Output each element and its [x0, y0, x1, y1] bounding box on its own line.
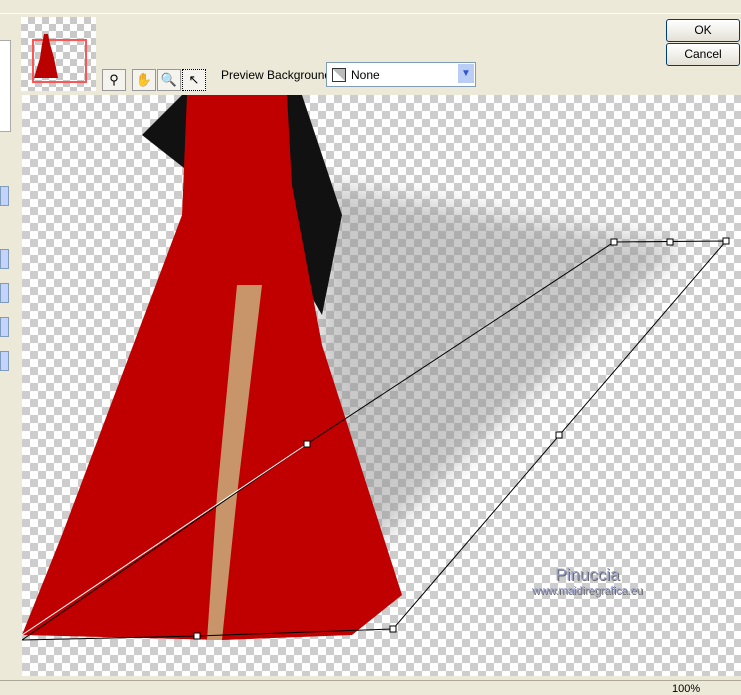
spinner[interactable]: [0, 186, 9, 206]
spinner[interactable]: [0, 351, 9, 371]
watermark: Pinuccia www.maidiregrafica.eu: [532, 565, 643, 597]
spinner[interactable]: [0, 249, 9, 269]
handle: [666, 238, 674, 246]
handle: [610, 238, 618, 246]
watermark-name: Pinuccia: [555, 565, 620, 584]
select-value: None: [351, 68, 380, 82]
pointer-arrow-icon[interactable]: ↖: [182, 69, 206, 91]
divider: [0, 13, 741, 14]
preview-background-select[interactable]: None ▼: [326, 62, 476, 87]
handle: [722, 237, 730, 245]
spinner[interactable]: [0, 283, 9, 303]
preview-background-label: Preview Background:: [221, 68, 335, 82]
zoom-level: 100%: [672, 683, 701, 695]
preview-canvas[interactable]: Pinuccia www.maidiregrafica.eu: [22, 95, 741, 676]
handle: [303, 440, 311, 448]
chevron-down-icon[interactable]: ▼: [458, 64, 474, 83]
zoom-magnifier-icon[interactable]: 🔍: [157, 69, 181, 91]
handle: [389, 625, 397, 633]
watermark-url: www.maidiregrafica.eu: [532, 585, 643, 597]
background-swatch-icon: [332, 68, 346, 82]
ok-button[interactable]: OK: [666, 19, 740, 42]
spinner[interactable]: [0, 317, 9, 337]
handle: [193, 632, 201, 640]
status-bar: [0, 680, 741, 695]
preview-toggle-icon[interactable]: ⚲: [102, 69, 126, 91]
cancel-button[interactable]: Cancel: [666, 43, 740, 66]
left-panel: [0, 40, 11, 132]
handle: [555, 431, 563, 439]
thumbnail-figure: [34, 34, 58, 78]
pan-hand-icon[interactable]: ✋: [132, 69, 156, 91]
